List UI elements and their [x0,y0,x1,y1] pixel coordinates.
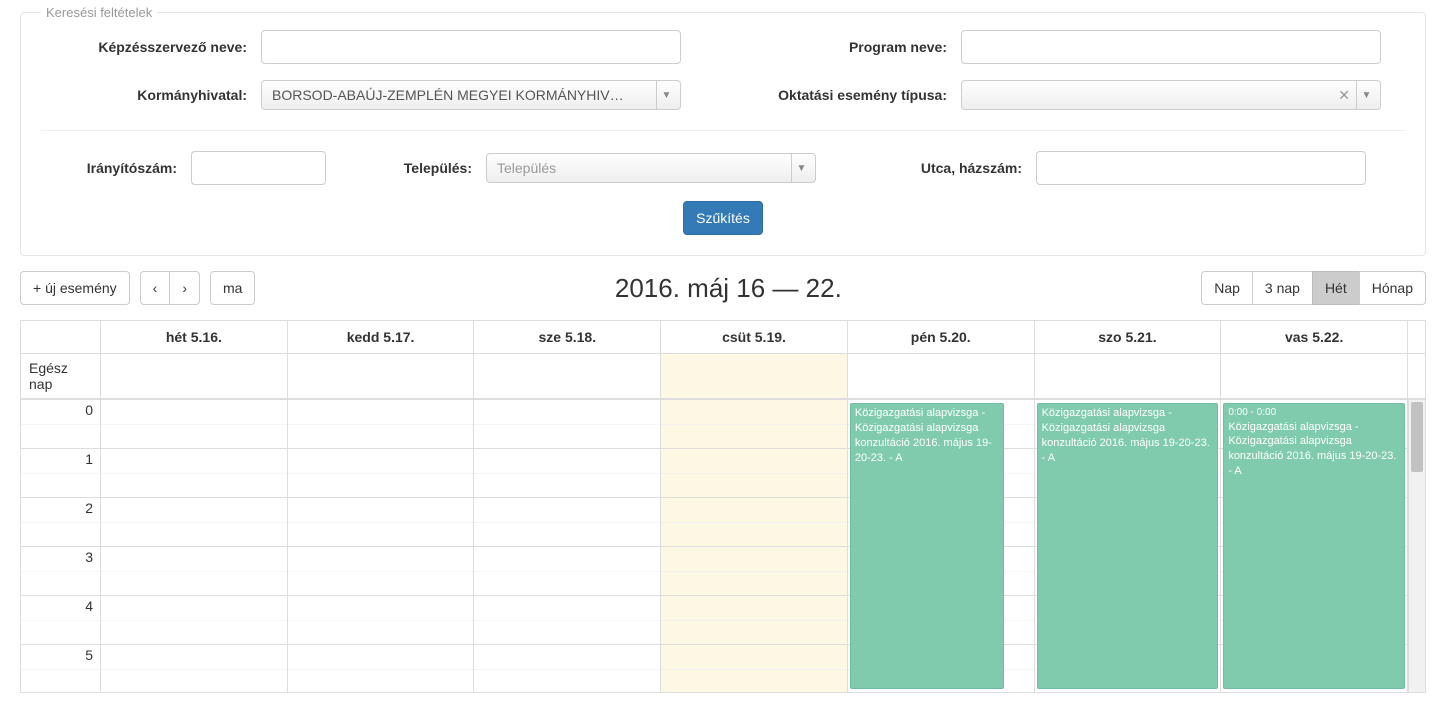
hour-label: 0 [21,400,101,418]
divider [41,130,1405,131]
organizer-input[interactable] [261,30,681,64]
allday-cell[interactable] [661,354,848,398]
event-type-select[interactable]: ✕ ▼ [961,80,1381,110]
day-column[interactable]: 0:00 - 0:00 Közigazgatási alapvizsga - K… [1221,400,1408,692]
next-button[interactable]: › [169,271,200,305]
scrollbar-thumb[interactable] [1411,402,1423,472]
chevron-left-icon: ‹ [153,280,158,296]
hour-label: 1 [21,449,101,467]
allday-cell[interactable] [474,354,661,398]
today-button[interactable]: ma [210,271,255,305]
calendar-event[interactable]: 0:00 - 0:00 Közigazgatási alapvizsga - K… [1223,403,1405,689]
allday-cell[interactable] [101,354,288,398]
fieldset-legend: Keresési feltételek [41,5,157,20]
event-title: Közigazgatási alapvizsga - Közigazgatási… [855,407,992,464]
calendar-event[interactable]: Közigazgatási alapvizsga - Közigazgatási… [1037,403,1219,689]
calendar-grid: Közigazgatási alapvizsga - Közigazgatási… [101,400,1408,692]
view-3day-button[interactable]: 3 nap [1252,271,1313,305]
view-month-button[interactable]: Hónap [1359,271,1426,305]
chevron-right-icon: › [182,280,187,296]
allday-row: Egész nap [21,354,1425,400]
view-week-button[interactable]: Hét [1312,271,1360,305]
zip-label: Irányítószám: [41,160,191,176]
allday-cell[interactable] [1221,354,1408,398]
prev-button[interactable]: ‹ [140,271,171,305]
program-input[interactable] [961,30,1381,64]
calendar: hét 5.16. kedd 5.17. sze 5.18. csüt 5.19… [20,320,1426,693]
vertical-scrollbar[interactable] [1408,400,1425,692]
day-column[interactable] [101,400,288,692]
day-header[interactable]: csüt 5.19. [661,321,848,353]
office-select[interactable]: BORSOD-ABAÚJ-ZEMPLÉN MEGYEI KORMÁNYHIV… … [261,80,681,110]
street-input[interactable] [1036,151,1366,185]
event-type-label: Oktatási esemény típusa: [741,87,961,103]
chevron-down-icon: ▼ [656,81,676,109]
allday-cell[interactable] [288,354,475,398]
scrollbar-spacer [1408,321,1425,353]
office-label: Kormányhivatal: [41,87,261,103]
event-time: 0:00 - 0:00 [1228,406,1400,420]
day-header[interactable]: hét 5.16. [101,321,288,353]
program-label: Program neve: [741,39,961,55]
hour-label: 3 [21,547,101,565]
hour-label: 5 [21,645,101,663]
city-select[interactable]: Település ▼ [486,153,816,183]
calendar-title: 2016. máj 16 — 22. [255,273,1201,304]
calendar-toolbar: + új esemény ‹ › ma 2016. máj 16 — 22. N… [20,271,1426,305]
day-header[interactable]: szo 5.21. [1035,321,1222,353]
allday-label: Egész nap [21,354,101,398]
axis-header [21,321,101,353]
hour-label: 4 [21,596,101,614]
calendar-body: 0 1 2 3 4 5 [21,400,1425,692]
zip-input[interactable] [191,151,326,185]
calendar-event[interactable]: Közigazgatási alapvizsga - Közigazgatási… [850,403,1004,689]
allday-cell[interactable] [1035,354,1222,398]
day-column[interactable] [661,400,848,692]
organizer-label: Képzésszervező neve: [41,39,261,55]
event-title: Közigazgatási alapvizsga - Közigazgatási… [1228,421,1396,478]
chevron-down-icon: ▼ [791,154,811,182]
calendar-header-row: hét 5.16. kedd 5.17. sze 5.18. csüt 5.19… [21,321,1425,354]
search-fieldset: Keresési feltételek Képzésszervező neve:… [20,5,1426,256]
day-column[interactable]: Közigazgatási alapvizsga - Közigazgatási… [848,400,1035,692]
filter-button[interactable]: Szűkítés [683,201,763,235]
city-label: Település: [386,160,486,176]
time-axis: 0 1 2 3 4 5 [21,400,101,692]
day-header[interactable]: sze 5.18. [474,321,661,353]
hour-label: 2 [21,498,101,516]
allday-cell[interactable] [848,354,1035,398]
city-placeholder: Település [497,160,791,176]
chevron-down-icon: ▼ [1356,81,1376,109]
day-header[interactable]: pén 5.20. [848,321,1035,353]
nav-button-group: ‹ › [140,271,200,305]
day-header[interactable]: vas 5.22. [1221,321,1408,353]
new-event-button[interactable]: + új esemény [20,271,130,305]
view-day-button[interactable]: Nap [1201,271,1253,305]
scrollbar-spacer [1408,354,1425,398]
close-icon[interactable]: ✕ [1338,87,1356,104]
view-button-group: Nap 3 nap Hét Hónap [1201,271,1426,305]
street-label: Utca, házszám: [876,160,1036,176]
event-title: Közigazgatási alapvizsga - Közigazgatási… [1042,407,1210,464]
day-header[interactable]: kedd 5.17. [288,321,475,353]
day-column[interactable] [288,400,475,692]
office-selected-text: BORSOD-ABAÚJ-ZEMPLÉN MEGYEI KORMÁNYHIV… [272,87,656,103]
day-column[interactable]: Közigazgatási alapvizsga - Közigazgatási… [1035,400,1222,692]
day-column[interactable] [474,400,661,692]
